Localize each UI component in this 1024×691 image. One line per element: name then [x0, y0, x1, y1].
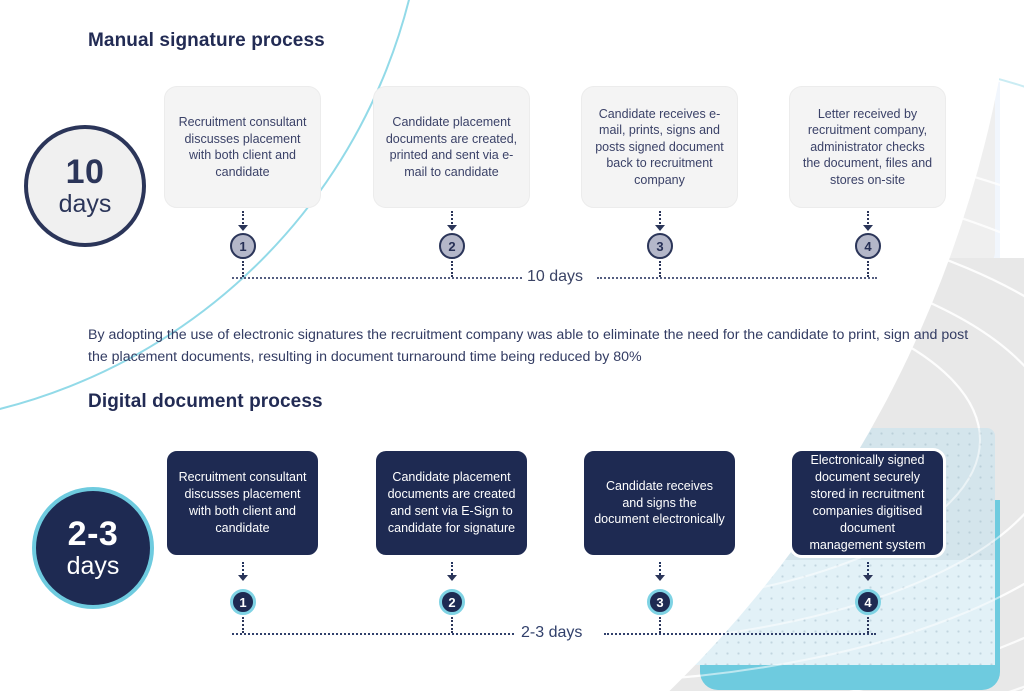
- digital-step-card-3[interactable]: Candidate receives and signs the documen…: [581, 448, 738, 558]
- manual-step-marker-2[interactable]: 2: [439, 233, 465, 259]
- manual-step-card-2[interactable]: Candidate placement documents are create…: [373, 86, 530, 208]
- digital-duration-badge: 2-3 days: [32, 487, 154, 609]
- digital-step-marker-1[interactable]: 1: [230, 589, 256, 615]
- digital-timeline-right: [604, 633, 876, 635]
- digital-section-heading: Digital document process: [88, 391, 323, 412]
- digital-step-marker-3[interactable]: 3: [647, 589, 673, 615]
- digital-step-card-2[interactable]: Candidate placement documents are create…: [373, 448, 530, 558]
- manual-arrowhead-3: [655, 225, 665, 231]
- manual-arrowhead-2: [447, 225, 457, 231]
- manual-arrowhead-4: [863, 225, 873, 231]
- manual-step-marker-1[interactable]: 1: [230, 233, 256, 259]
- manual-step-card-3[interactable]: Candidate receives e-mail, prints, signs…: [581, 86, 738, 208]
- manual-timeline-right: [597, 277, 877, 279]
- digital-arrowhead-3: [655, 575, 665, 581]
- manual-timeline-stub-2: [451, 261, 455, 277]
- infographic-canvas: Manual signature process 10 days Recruit…: [0, 0, 1024, 691]
- digital-timeline-left: [232, 633, 514, 635]
- manual-connector-1: [242, 211, 246, 224]
- manual-timeline-stub-1: [242, 261, 246, 277]
- digital-connector-2: [451, 562, 455, 575]
- manual-step-marker-4[interactable]: 4: [855, 233, 881, 259]
- digital-arrowhead-1: [238, 575, 248, 581]
- digital-step-card-1[interactable]: Recruitment consultant discusses placeme…: [164, 448, 321, 558]
- summary-paragraph: By adopting the use of electronic signat…: [88, 327, 969, 365]
- manual-connector-2: [451, 211, 455, 224]
- digital-arrowhead-2: [447, 575, 457, 581]
- manual-duration-value: 10: [65, 153, 105, 191]
- manual-timeline-label: 10 days: [527, 268, 584, 285]
- manual-timeline-left: [232, 277, 522, 279]
- digital-timeline-stub-3: [659, 617, 663, 633]
- manual-connector-4: [867, 211, 871, 224]
- digital-timeline-label: 2-3 days: [521, 624, 583, 641]
- manual-timeline-stub-4: [867, 261, 871, 277]
- manual-arrowhead-1: [238, 225, 248, 231]
- digital-connector-4: [867, 562, 871, 575]
- digital-timeline-stub-1: [242, 617, 246, 633]
- digital-duration-unit: days: [66, 552, 120, 580]
- digital-arrowhead-4: [863, 575, 873, 581]
- digital-timeline-stub-4: [867, 617, 871, 633]
- digital-step-card-4[interactable]: Electronically signed document securely …: [789, 448, 946, 558]
- digital-step-marker-2[interactable]: 2: [439, 589, 465, 615]
- manual-timeline-stub-3: [659, 261, 663, 277]
- digital-step-marker-4[interactable]: 4: [855, 589, 881, 615]
- digital-duration-value: 2-3: [67, 515, 119, 553]
- manual-section-heading: Manual signature process: [88, 30, 325, 51]
- manual-step-card-4[interactable]: Letter received by recruitment company, …: [789, 86, 946, 208]
- manual-step-card-1[interactable]: Recruitment consultant discusses placeme…: [164, 86, 321, 208]
- manual-connector-3: [659, 211, 663, 224]
- manual-step-marker-3[interactable]: 3: [647, 233, 673, 259]
- digital-connector-1: [242, 562, 246, 575]
- digital-connector-3: [659, 562, 663, 575]
- manual-duration-unit: days: [58, 190, 112, 218]
- manual-duration-badge: 10 days: [24, 125, 146, 247]
- digital-timeline-stub-2: [451, 617, 455, 633]
